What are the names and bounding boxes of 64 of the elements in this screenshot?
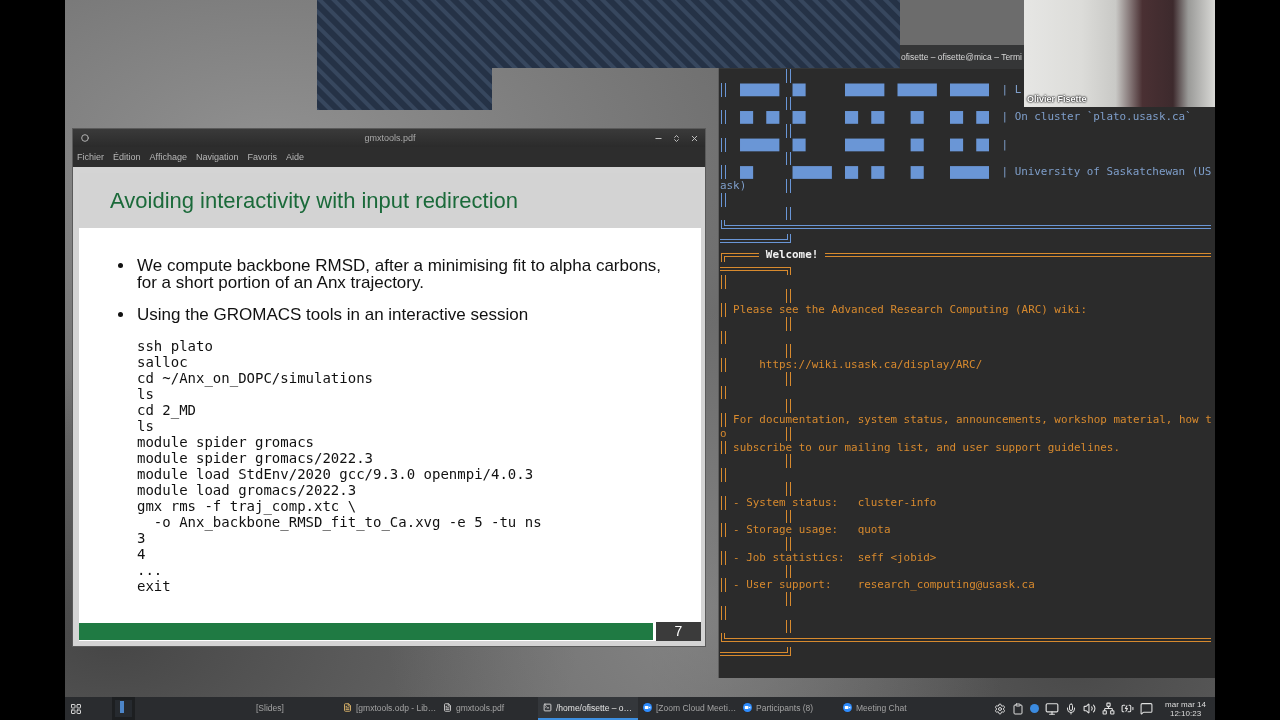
pager-icon[interactable] bbox=[112, 697, 135, 720]
taskbar-task[interactable]: [Slides] bbox=[238, 697, 338, 720]
terminal-line: - System status: cluster-info bbox=[733, 495, 937, 510]
window-title: gmxtools.pdf bbox=[364, 133, 416, 143]
taskbar-task[interactable]: gmxtools.pdf bbox=[438, 697, 538, 720]
document-icon bbox=[443, 703, 452, 712]
terminal-line: Please see the Advanced Research Computing (ARC) wiki: bbox=[733, 303, 1088, 317]
bullet-text: We compute backbone RMSD, after a minimising fit to alpha carbons, for a short portion of an Anx trajectory. bbox=[137, 257, 663, 291]
grid-icon[interactable] bbox=[70, 702, 82, 715]
terminal-line: | bbox=[1001, 137, 1009, 152]
taskbar-task[interactable]: /home/ofisette – o… bbox=[538, 697, 638, 720]
terminal-line: | L bbox=[1001, 82, 1022, 97]
menu-item[interactable]: Édition bbox=[113, 152, 141, 162]
speaker-icon[interactable] bbox=[1083, 702, 1097, 715]
terminal-line: | University of Saskatchewan (US bbox=[1001, 165, 1212, 180]
up-down-arrows-icon[interactable] bbox=[672, 133, 681, 143]
video-camera-icon bbox=[843, 703, 852, 712]
terminal-line: | On cluster `plato.usask.ca` bbox=[1001, 110, 1192, 125]
microphone-icon[interactable] bbox=[1065, 702, 1078, 715]
menu-item[interactable]: Favoris bbox=[247, 152, 277, 162]
clipboard-icon[interactable] bbox=[1012, 702, 1025, 715]
terminal-line: - Job statistics: seff <jobid> bbox=[733, 550, 937, 565]
ring-icon[interactable] bbox=[81, 134, 89, 142]
monitor-icon[interactable] bbox=[1045, 701, 1060, 716]
double-line-border bbox=[720, 234, 791, 244]
terminal-line: o bbox=[720, 426, 727, 441]
double-line-border bbox=[721, 252, 760, 262]
terminal-line: - User support: research_computing@usask.ca bbox=[733, 578, 1035, 593]
double-line-border bbox=[720, 266, 791, 276]
terminal-line: - Storage usage: quota bbox=[733, 523, 891, 538]
taskbar-task[interactable]: Participants (8) bbox=[738, 697, 838, 720]
menu-item[interactable]: Fichier bbox=[77, 152, 104, 162]
double-line-border bbox=[720, 647, 791, 657]
taskbar-task[interactable]: Meeting Chat bbox=[838, 697, 938, 720]
terminal-line: subscribe to our mailing list, and user support guidelines. bbox=[733, 440, 1120, 455]
bullet-icon bbox=[118, 312, 123, 317]
document-icon bbox=[343, 703, 352, 712]
video-camera-icon bbox=[643, 703, 652, 712]
gear-icon[interactable] bbox=[994, 702, 1007, 715]
slide-title: Avoiding interactivity with input redirection bbox=[110, 187, 519, 214]
menu-item[interactable]: Affichage bbox=[149, 152, 187, 162]
window-title: ofisette – ofisette@mica – Termi bbox=[901, 52, 1022, 62]
dot-icon[interactable] bbox=[1030, 704, 1040, 713]
battery-icon[interactable] bbox=[1121, 702, 1135, 715]
network-icon[interactable] bbox=[1102, 702, 1116, 715]
terminal-line: ask) bbox=[720, 179, 747, 193]
page-number: 7 bbox=[656, 622, 701, 641]
chat-bubble-icon[interactable] bbox=[1140, 702, 1154, 715]
bullet-text: Using the GROMACS tools in an interactive session bbox=[137, 306, 529, 323]
taskbar-task[interactable]: [gmxtools.odp - Lib… bbox=[338, 697, 438, 720]
code-listing: ssh plato salloc cd ~/Anx_on_DOPC/simulations ls cd 2_MD ls module spider gromacs module spider gromacs/2022.3 module load StdEnv/2020 gcc/9.3.0 openmpi/4.0.3 module load gromacs/2022.3 gmx rms -f traj_comp.xtc \ -o Anx_backbone_RMSD_fit_to_Ca.xvg -e 5 -tu ns 3 4 ... exit bbox=[137, 338, 542, 594]
taskbar-task[interactable]: [Zoom Cloud Meeti… bbox=[638, 697, 738, 720]
clock-time: 12:10:23 bbox=[1169, 708, 1202, 718]
video-camera-icon bbox=[743, 703, 752, 712]
participant-name: Olivier Fisette bbox=[1027, 94, 1087, 104]
terminal-line: For documentation, system status, announcements, workshop material, how t bbox=[733, 413, 1212, 427]
terminal-line: https://wiki.usask.ca/display/ARC/ bbox=[759, 358, 983, 372]
clock-date: mar mar 14 bbox=[1165, 699, 1206, 709]
menu-item[interactable]: Navigation bbox=[195, 152, 239, 162]
close-icon[interactable] bbox=[690, 133, 699, 143]
menu-item[interactable]: Aide bbox=[285, 152, 304, 162]
terminal-icon bbox=[543, 703, 552, 712]
bullet-icon bbox=[118, 263, 123, 268]
welcome-heading: Welcome! bbox=[765, 247, 819, 262]
